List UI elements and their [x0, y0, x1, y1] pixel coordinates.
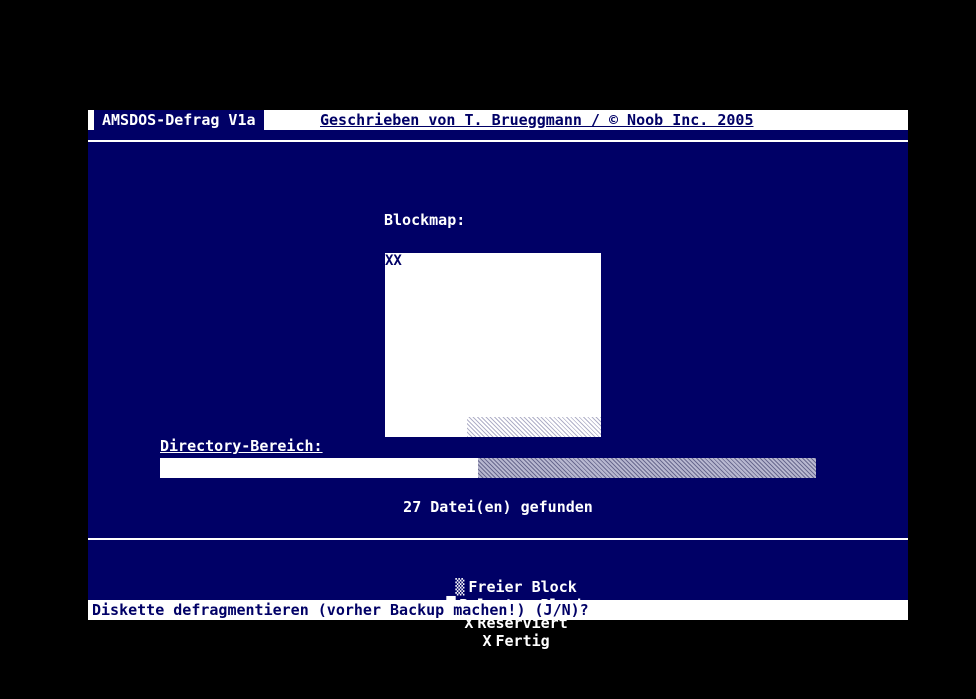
done-block-marker: XX [385, 253, 402, 269]
blockmap-label: Blockmap: [384, 211, 466, 229]
prompt-bar[interactable]: Diskette defragmentieren (vorher Backup … [88, 600, 908, 620]
amsdos-screen: AMSDOS-Defrag V1a Geschrieben von T. Bru… [88, 110, 908, 650]
files-found-text: 27 Datei(en) gefunden [403, 498, 593, 516]
bottom-rule [88, 538, 908, 540]
directory-bar [160, 458, 816, 478]
directory-label: Directory-Bereich: [160, 437, 323, 455]
directory-free-segment [478, 458, 816, 478]
credits-text: Geschrieben von T. Brueggmann / © Noob I… [320, 111, 754, 129]
legend-free: ▒ Freier Block [455, 578, 576, 596]
done-block-icon: X [482, 632, 492, 650]
legend-done: X Fertig [482, 632, 549, 650]
title-bar: AMSDOS-Defrag V1a Geschrieben von T. Bru… [88, 110, 908, 130]
directory-used-segment [160, 458, 478, 478]
defrag-prompt[interactable]: Diskette defragmentieren (vorher Backup … [92, 601, 589, 619]
legend-done-label: Fertig [495, 632, 550, 650]
legend-free-label: Freier Block [468, 578, 577, 596]
app-title: AMSDOS-Defrag V1a [88, 110, 264, 130]
free-block-icon: ▒ [455, 578, 465, 596]
top-rule [88, 140, 908, 142]
blockmap: XX [385, 253, 601, 437]
free-blocks-area [467, 417, 601, 437]
